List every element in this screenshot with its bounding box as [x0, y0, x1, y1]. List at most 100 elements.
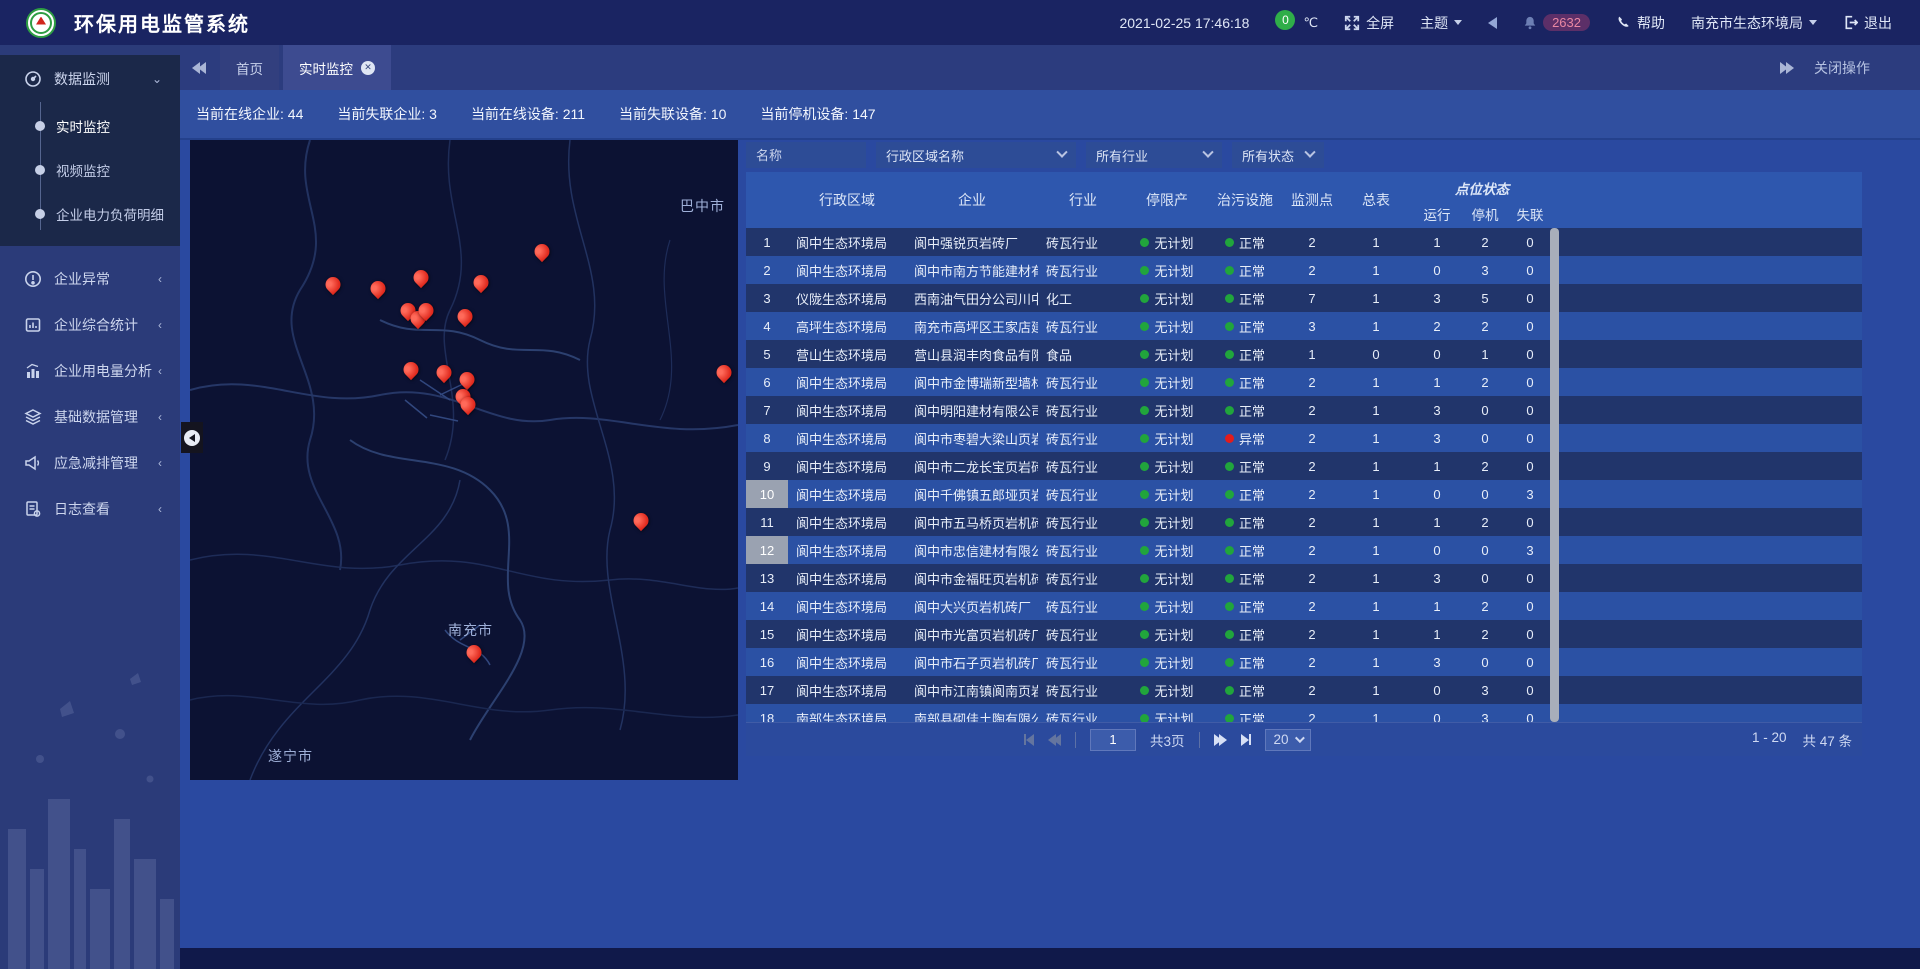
page-number-input[interactable]: [1090, 729, 1136, 751]
cell-running: 3: [1412, 648, 1462, 676]
cell-lost: 0: [1508, 256, 1552, 284]
cell-facility-status: 正常: [1206, 312, 1284, 340]
tab-realtime-monitoring[interactable]: 实时监控 ✕: [283, 45, 391, 90]
sidebar-subitem-video-monitoring[interactable]: 视频监控: [0, 148, 180, 192]
row-index: 12: [746, 536, 788, 564]
table-row[interactable]: 8阆中生态环境局阆中市枣碧大梁山页岩砖瓦行业无计划异常21300: [746, 424, 1862, 452]
help-button[interactable]: 帮助: [1616, 13, 1665, 33]
table-row[interactable]: 1阆中生态环境局阆中强锐页岩砖厂砖瓦行业无计划正常21120: [746, 228, 1862, 256]
first-page-icon[interactable]: [1024, 734, 1034, 746]
sidebar-subitem-power-load-detail[interactable]: 企业电力负荷明细: [0, 192, 180, 236]
row-index: 7: [746, 396, 788, 424]
scroll-tabs-left-button[interactable]: [180, 45, 220, 90]
table-row[interactable]: 16阆中生态环境局阆中市石子页岩机砖厂砖瓦行业无计划正常21300: [746, 648, 1862, 676]
cell-stopped: 0: [1462, 480, 1508, 508]
table-row[interactable]: 9阆中生态环境局阆中市二龙长宝页岩砖砖瓦行业无计划正常21120: [746, 452, 1862, 480]
cell-filler: [1552, 228, 1862, 256]
name-filter-input[interactable]: [746, 142, 866, 168]
cell-filler: [1552, 480, 1862, 508]
cell-industry: 砖瓦行业: [1038, 424, 1128, 452]
sidebar-item-enterprise-statistics[interactable]: 企业综合统计 ‹: [0, 302, 180, 348]
sidebar-item-base-data[interactable]: 基础数据管理 ‹: [0, 394, 180, 440]
cell-points: 2: [1284, 508, 1340, 536]
table-body: 1阆中生态环境局阆中强锐页岩砖厂砖瓦行业无计划正常211202阆中生态环境局阆中…: [746, 228, 1862, 722]
sidebar-item-enterprise-abnormal[interactable]: 企业异常 ‹: [0, 256, 180, 302]
cell-region: 南部生态环境局: [788, 704, 906, 722]
sidebar-item-data-monitoring[interactable]: 数据监测 ⌄: [0, 55, 180, 102]
table-row[interactable]: 4高坪生态环境局南充市高坪区王家店建砖瓦行业无计划正常31220: [746, 312, 1862, 340]
prev-page-icon[interactable]: [1048, 734, 1061, 746]
cell-lost: 3: [1508, 480, 1552, 508]
status-dot-icon: [1225, 658, 1234, 667]
cell-meters: 1: [1340, 396, 1412, 424]
collapse-map-panel-button[interactable]: [181, 422, 203, 453]
table-scrollbar[interactable]: [1550, 228, 1559, 722]
cell-company: 西南油气田分公司川中: [906, 284, 1038, 312]
sidebar-item-power-analysis[interactable]: 企业用电量分析 ‹: [0, 348, 180, 394]
close-operations-button[interactable]: 关闭操作: [1814, 58, 1870, 78]
status-dot-icon: [1140, 602, 1149, 611]
cell-region: 营山生态环境局: [788, 340, 906, 368]
org-dropdown[interactable]: 南充市生态环境局: [1691, 13, 1817, 33]
industry-filter-select[interactable]: 所有行业: [1086, 142, 1222, 168]
next-page-icon[interactable]: [1214, 734, 1227, 746]
chevron-down-icon: [1809, 20, 1817, 25]
exit-button[interactable]: 退出: [1843, 13, 1892, 33]
sidebar-item-log-view[interactable]: 日志查看 ‹: [0, 486, 180, 532]
cell-plan-status: 无计划: [1128, 256, 1206, 284]
cell-stopped: 0: [1462, 424, 1508, 452]
cell-industry: 砖瓦行业: [1038, 676, 1128, 704]
fullscreen-button[interactable]: 全屏: [1344, 13, 1394, 33]
datetime-label: 2021-02-25 17:46:18: [1119, 15, 1249, 31]
scroll-tabs-right-button[interactable]: [1780, 62, 1792, 74]
table-row[interactable]: 12阆中生态环境局阆中市忠信建材有限公砖瓦行业无计划正常21003: [746, 536, 1862, 564]
cell-points: 2: [1284, 424, 1340, 452]
close-icon[interactable]: ✕: [361, 61, 375, 75]
status-dot-icon: [1225, 574, 1234, 583]
status-stopped-devices: 当前停机设备: 147: [760, 104, 875, 124]
cell-plan-status: 无计划: [1128, 592, 1206, 620]
column-header-meters: 总表: [1340, 172, 1412, 228]
page-size-select[interactable]: 20: [1265, 729, 1311, 751]
cell-points: 2: [1284, 704, 1340, 722]
column-header-filler: [1552, 172, 1862, 228]
status-dot-icon: [1225, 686, 1234, 695]
sidebar-subitem-realtime-monitoring[interactable]: 实时监控: [0, 104, 180, 148]
status-dot-icon: [1140, 378, 1149, 387]
cell-region: 阆中生态环境局: [788, 256, 906, 284]
table-row[interactable]: 14阆中生态环境局阆中大兴页岩机砖厂砖瓦行业无计划正常21120: [746, 592, 1862, 620]
last-page-icon[interactable]: [1241, 734, 1251, 746]
table-row[interactable]: 3仪陇生态环境局西南油气田分公司川中化工无计划正常71350: [746, 284, 1862, 312]
cell-plan-status: 无计划: [1128, 396, 1206, 424]
cell-meters: 1: [1340, 256, 1412, 284]
table-row[interactable]: 6阆中生态环境局阆中市金博瑞新型墙材砖瓦行业无计划正常21120: [746, 368, 1862, 396]
table-row[interactable]: 13阆中生态环境局阆中市金福旺页岩机砖砖瓦行业无计划正常21300: [746, 564, 1862, 592]
table-row[interactable]: 11阆中生态环境局阆中市五马桥页岩机砖砖瓦行业无计划正常21120: [746, 508, 1862, 536]
table-row[interactable]: 17阆中生态环境局阆中市江南镇阆南页岩砖瓦行业无计划正常21030: [746, 676, 1862, 704]
region-filter-select[interactable]: 行政区域名称: [876, 142, 1076, 168]
cell-running: 0: [1412, 256, 1462, 284]
table-row[interactable]: 10阆中生态环境局阆中千佛镇五郎垭页岩砖瓦行业无计划正常21003: [746, 480, 1862, 508]
cell-industry: 砖瓦行业: [1038, 648, 1128, 676]
table-row[interactable]: 7阆中生态环境局阆中明阳建材有限公司砖瓦行业无计划正常21300: [746, 396, 1862, 424]
table-row[interactable]: 2阆中生态环境局阆中市南方节能建材有砖瓦行业无计划正常21030: [746, 256, 1862, 284]
cell-stopped: 0: [1462, 536, 1508, 564]
theme-dropdown[interactable]: 主题: [1420, 13, 1462, 33]
cell-running: 2: [1412, 312, 1462, 340]
enterprise-panel: 行政区域名称 所有行业 所有状态 行政区域 企业 行业 停限产 治污设施 监测点…: [746, 142, 1862, 756]
cell-region: 阆中生态环境局: [788, 592, 906, 620]
cell-lost: 0: [1508, 340, 1552, 368]
table-row[interactable]: 18南部生态环境局南部县砌佳土陶有限公砖瓦行业无计划正常21030: [746, 704, 1862, 722]
table-row[interactable]: 5营山生态环境局营山县润丰肉食品有限食品无计划正常10010: [746, 340, 1862, 368]
collapse-announcement-button[interactable]: [1488, 17, 1497, 29]
cell-plan-status: 无计划: [1128, 312, 1206, 340]
cell-points: 1: [1284, 340, 1340, 368]
tab-home[interactable]: 首页: [220, 45, 279, 90]
column-header-region: 行政区域: [788, 172, 906, 228]
notifications[interactable]: 2632: [1523, 14, 1590, 31]
state-filter-select[interactable]: 所有状态: [1232, 142, 1324, 168]
table-row[interactable]: 15阆中生态环境局阆中市光富页岩机砖厂砖瓦行业无计划正常21120: [746, 620, 1862, 648]
sidebar-item-emergency-reduction[interactable]: 应急减排管理 ‹: [0, 440, 180, 486]
row-index: 17: [746, 676, 788, 704]
map-view[interactable]: 巴中市 南充市 遂宁市: [190, 140, 738, 780]
